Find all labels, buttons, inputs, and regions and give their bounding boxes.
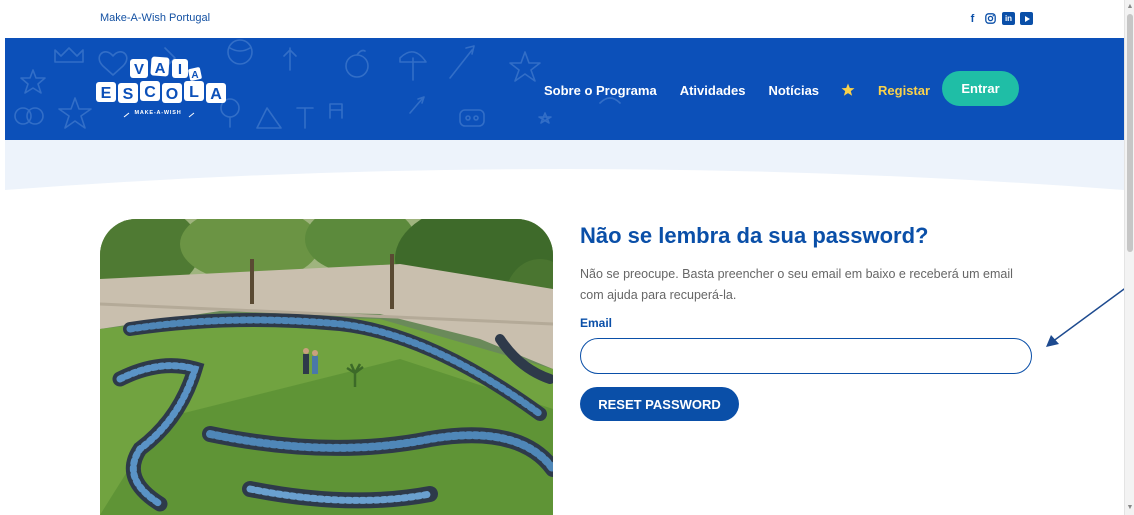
logo-letter: C — [144, 84, 156, 101]
scroll-up-arrow-icon[interactable]: ▲ — [1126, 3, 1134, 11]
facebook-icon[interactable]: f — [966, 12, 979, 25]
annotation-arrow — [1046, 280, 1134, 347]
site-header: V A I A E S C O L A MAKE-A-WISH Sobre o … — [5, 38, 1124, 140]
logo-letter: L — [189, 84, 199, 101]
logo-word-escola: E S C O L A — [96, 81, 226, 103]
social-links: f in — [966, 12, 1033, 25]
logo-letter: A — [191, 70, 198, 81]
top-bar: Make-A-Wish Portugal f in — [0, 0, 1124, 38]
make-a-wish-portugal-link[interactable]: Make-A-Wish Portugal — [100, 12, 210, 24]
email-field[interactable] — [580, 338, 1032, 374]
logo-letter: V — [134, 61, 144, 78]
main-nav: Sobre o Programa Atividades Notícias Reg… — [544, 82, 930, 98]
header-curve-band — [5, 140, 1124, 190]
photo-illustration — [100, 219, 553, 515]
form-description: Não se preocupe. Basta preencher o seu e… — [580, 267, 1013, 302]
logo-tagline: MAKE-A-WISH — [135, 110, 182, 116]
nav-registar[interactable]: Registar — [878, 83, 930, 98]
scrollbar-thumb[interactable] — [1127, 14, 1133, 252]
instagram-icon[interactable] — [984, 12, 997, 25]
scroll-down-arrow-icon[interactable]: ▼ — [1126, 504, 1134, 512]
star-icon — [841, 83, 855, 96]
vai-a-escola-logo[interactable]: V A I A E S C O L A MAKE-A-WISH — [94, 56, 244, 122]
youtube-icon[interactable] — [1020, 12, 1033, 25]
logo-letter: S — [123, 86, 134, 103]
page-title: Não se lembra da sua password? — [580, 223, 929, 248]
nav-noticias[interactable]: Notícias — [768, 83, 819, 98]
logo-letter: I — [178, 61, 182, 78]
login-button[interactable]: Entrar — [942, 71, 1019, 106]
logo-letter: O — [166, 86, 178, 103]
email-label: Email — [580, 316, 613, 330]
logo-letter: A — [155, 60, 166, 77]
vertical-scrollbar[interactable]: ▲ ▼ — [1124, 0, 1134, 515]
logo-letter: E — [101, 85, 112, 102]
reset-password-button[interactable]: RESET PASSWORD — [580, 387, 739, 421]
linkedin-icon[interactable]: in — [1002, 12, 1015, 25]
students-group-photo — [100, 219, 553, 515]
logo-word-vai: V A I A — [130, 56, 202, 81]
nav-atividades[interactable]: Atividades — [680, 83, 746, 98]
nav-sobre-o-programa[interactable]: Sobre o Programa — [544, 83, 657, 98]
logo-letter: A — [210, 86, 222, 103]
